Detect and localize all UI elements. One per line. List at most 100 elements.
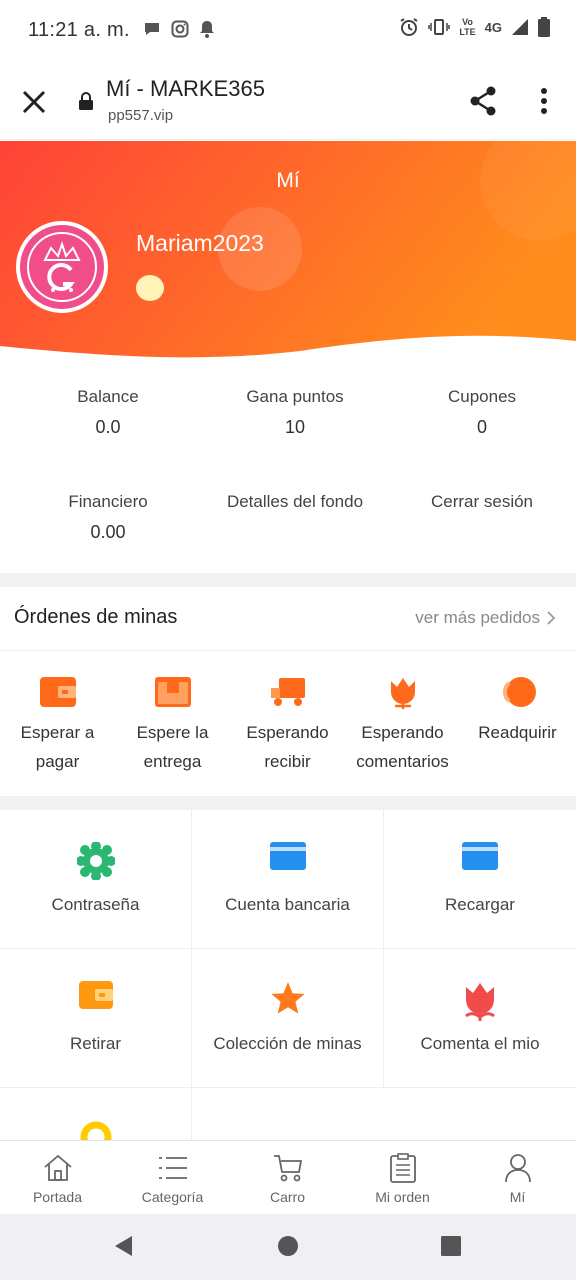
tab-label: Categoría	[141, 1189, 204, 1205]
vibrate-icon	[428, 19, 451, 35]
password-tile[interactable]: Contraseña	[0, 810, 192, 949]
tile-label: Contraseña	[51, 895, 140, 914]
tile-label: Comenta el mio	[420, 1034, 540, 1053]
order-status-row: Esperar a pagar Espere la entrega Espera…	[0, 652, 576, 796]
page-url[interactable]: pp557.vip	[108, 107, 173, 124]
view-more-label: ver más pedidos	[415, 608, 540, 627]
status-time: 11:21 a. m.	[28, 19, 130, 41]
withdraw-tile[interactable]: Retirar	[0, 949, 192, 1088]
alarm-icon	[400, 18, 418, 36]
bell-icon	[200, 21, 214, 38]
logout-link[interactable]: Cerrar sesión	[387, 492, 576, 512]
battery-icon	[538, 17, 550, 37]
order-label: Esperar a pagar	[20, 723, 95, 771]
stat-label: Financiero	[68, 492, 148, 511]
tab-label: Portada	[32, 1189, 83, 1205]
status-bar: 11:21 a. m. Vo LTE 4G	[0, 0, 576, 62]
avatar[interactable]	[16, 221, 108, 313]
order-label: Esperando recibir	[246, 723, 329, 771]
recents-icon[interactable]	[440, 1234, 462, 1258]
fund-details-link[interactable]: Detalles del fondo	[200, 492, 390, 512]
stat-value: 0.00	[90, 522, 126, 542]
card-icon	[462, 842, 498, 870]
card-icon	[269, 842, 306, 870]
crown-logo-icon	[27, 232, 97, 302]
account-stats: Balance 0.0 Gana puntos 10 Cupones 0 Fin…	[0, 363, 576, 571]
service-grid: Contraseña Cuenta bancaria Recargar Reti…	[0, 810, 576, 1140]
view-more-orders-link[interactable]: ver más pedidos	[415, 608, 556, 628]
chat-bubble-icon	[145, 23, 159, 35]
comment-tile[interactable]: Comenta el mio	[384, 949, 576, 1088]
stat-points[interactable]: Gana puntos 10	[200, 387, 390, 438]
tab-label: Mí	[509, 1189, 526, 1205]
truck-icon	[270, 678, 305, 706]
tab-label: Carro	[269, 1189, 305, 1205]
clipboard-icon	[389, 1153, 416, 1183]
more-vertical-icon	[541, 88, 547, 114]
tab-cart[interactable]: Carro	[230, 1151, 345, 1205]
network-label: 4G	[484, 19, 502, 35]
home-circle-icon[interactable]	[277, 1234, 299, 1258]
stat-balance[interactable]: Balance 0.0	[13, 387, 203, 438]
lock-icon	[79, 92, 93, 110]
stat-coupons[interactable]: Cupones 0	[387, 387, 576, 438]
stat-label: Balance	[77, 387, 139, 406]
list-icon	[158, 1157, 187, 1179]
mine-collection-tile[interactable]: Colección de minas	[192, 949, 384, 1088]
order-awaiting-delivery[interactable]: Espere la entrega	[115, 672, 230, 776]
stat-value: 0.0	[95, 417, 121, 437]
level-badge	[136, 275, 164, 301]
close-icon	[22, 90, 46, 114]
stat-label: Cupones	[447, 387, 517, 406]
order-pending-payment[interactable]: Esperar a pagar	[0, 672, 115, 776]
recharge-tile[interactable]: Recargar	[384, 810, 576, 949]
section-divider	[0, 573, 576, 587]
order-label: Esperando comentarios	[356, 723, 449, 771]
bank-account-tile[interactable]: Cuenta bancaria	[192, 810, 384, 949]
tab-my-orders[interactable]: Mi orden	[345, 1151, 460, 1205]
tile-label: Recargar	[445, 895, 515, 914]
tab-home[interactable]: Portada	[0, 1151, 115, 1205]
order-awaiting-receipt[interactable]: Esperando recibir	[230, 672, 345, 776]
username: Mariam2023	[136, 230, 264, 256]
order-refund[interactable]: Readquirir	[460, 672, 575, 747]
close-button[interactable]	[18, 86, 50, 118]
tile-label: Retirar	[69, 1034, 121, 1053]
browser-toolbar: Mí - MARKE365 pp557.vip	[0, 62, 576, 140]
tile-label: Cuenta bancaria	[225, 895, 350, 914]
orders-title: Órdenes de minas	[14, 606, 178, 628]
tab-label: Mi orden	[375, 1189, 430, 1205]
star-icon	[270, 982, 305, 1014]
tab-me[interactable]: Mí	[460, 1151, 575, 1205]
stat-label: Detalles del fondo	[226, 492, 364, 511]
share-icon	[470, 86, 496, 116]
system-navigation-bar	[0, 1214, 576, 1280]
gear-icon	[76, 842, 115, 880]
stat-label: Cerrar sesión	[430, 492, 534, 511]
order-label: Espere la entrega	[136, 723, 209, 771]
extra-tile[interactable]	[0, 1088, 192, 1140]
profile-header: Mí Mariam2023	[0, 141, 576, 363]
orders-header: Órdenes de minas ver más pedidos	[0, 587, 576, 651]
tab-category[interactable]: Categoría	[115, 1151, 230, 1205]
section-divider	[0, 796, 576, 810]
volte-label: Vo LTE	[459, 17, 476, 37]
ring-icon	[80, 1121, 111, 1140]
refund-icon	[502, 677, 536, 707]
order-label: Readquirir	[478, 723, 557, 742]
back-icon[interactable]	[112, 1234, 134, 1258]
instagram-icon	[171, 20, 189, 38]
overflow-menu-button[interactable]	[534, 84, 554, 118]
bottom-tab-bar: Portada Categoría Carro Mi orden Mí	[0, 1140, 576, 1214]
flower-icon	[465, 983, 495, 1021]
header-title: Mí	[276, 169, 300, 192]
share-button[interactable]	[466, 84, 500, 118]
chevron-right-icon	[547, 611, 556, 625]
box-icon	[154, 677, 191, 707]
cart-icon	[273, 1155, 302, 1182]
order-awaiting-review[interactable]: Esperando comentarios	[345, 672, 460, 776]
stat-financial[interactable]: Financiero 0.00	[13, 492, 203, 543]
stat-value: 0	[476, 417, 487, 437]
stat-label: Gana puntos	[246, 387, 344, 406]
wallet-icon	[39, 677, 76, 707]
